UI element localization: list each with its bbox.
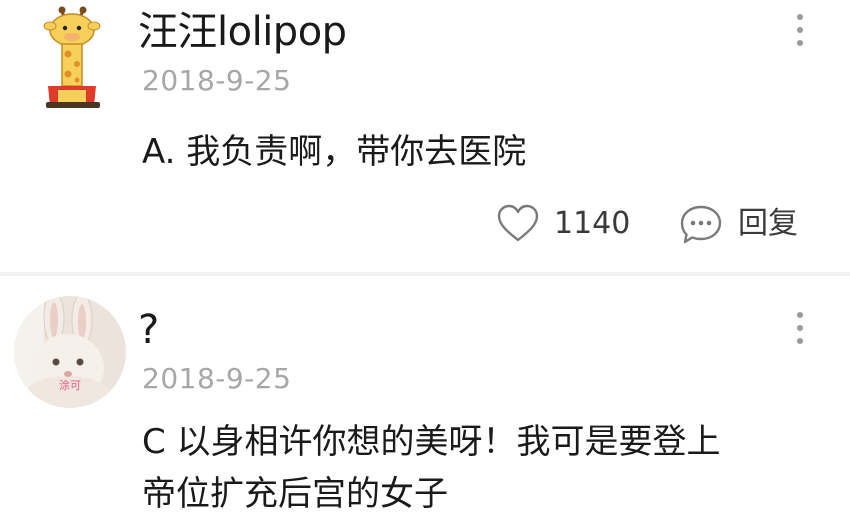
like-count: 1140 (554, 206, 631, 241)
avatar[interactable] (28, 6, 118, 110)
username[interactable]: ? (138, 306, 159, 354)
chat-bubble-icon (680, 205, 722, 244)
avatar[interactable]: 涂可 (14, 296, 126, 408)
giraffe-avatar-icon (43, 6, 101, 108)
heart-icon (497, 204, 539, 242)
comment-text: A. 我负责啊，带你去医院 (142, 128, 822, 176)
comment-text-line: C 以身相许你想的美呀！我可是要登上 (142, 422, 721, 462)
more-vertical-icon (797, 40, 803, 46)
reply-label: 回复 (738, 206, 798, 241)
username[interactable]: 汪汪lolipop (138, 8, 347, 56)
svg-text:涂可: 涂可 (59, 378, 81, 392)
rabbit-avatar-icon: 涂可 (14, 296, 126, 408)
comment-item: 汪汪lolipop 2018-9-25 A. 我负责啊，带你去医院 1140 回… (0, 0, 850, 272)
more-vertical-icon (797, 325, 803, 331)
comment-text-line: 帝位扩充后宫的女子 (142, 474, 448, 514)
comment-text-line: A. 我负责啊，带你去医院 (142, 132, 527, 172)
comment-text: C 以身相许你想的美呀！我可是要登上 帝位扩充后宫的女子 (142, 416, 822, 520)
more-options-button[interactable] (788, 306, 812, 350)
comment-item: 涂可 ? 2018-9-25 C 以身相许你想的美呀！我可是要登上 帝位扩充后宫… (0, 276, 850, 531)
more-vertical-icon (797, 312, 803, 318)
comment-date: 2018-9-25 (142, 362, 292, 395)
comment-date: 2018-9-25 (142, 64, 292, 97)
more-vertical-icon (797, 338, 803, 344)
more-options-button[interactable] (788, 8, 812, 52)
more-vertical-icon (797, 27, 803, 33)
more-vertical-icon (797, 14, 803, 20)
comment-feed: 汪汪lolipop 2018-9-25 A. 我负责啊，带你去医院 1140 回… (0, 0, 850, 531)
